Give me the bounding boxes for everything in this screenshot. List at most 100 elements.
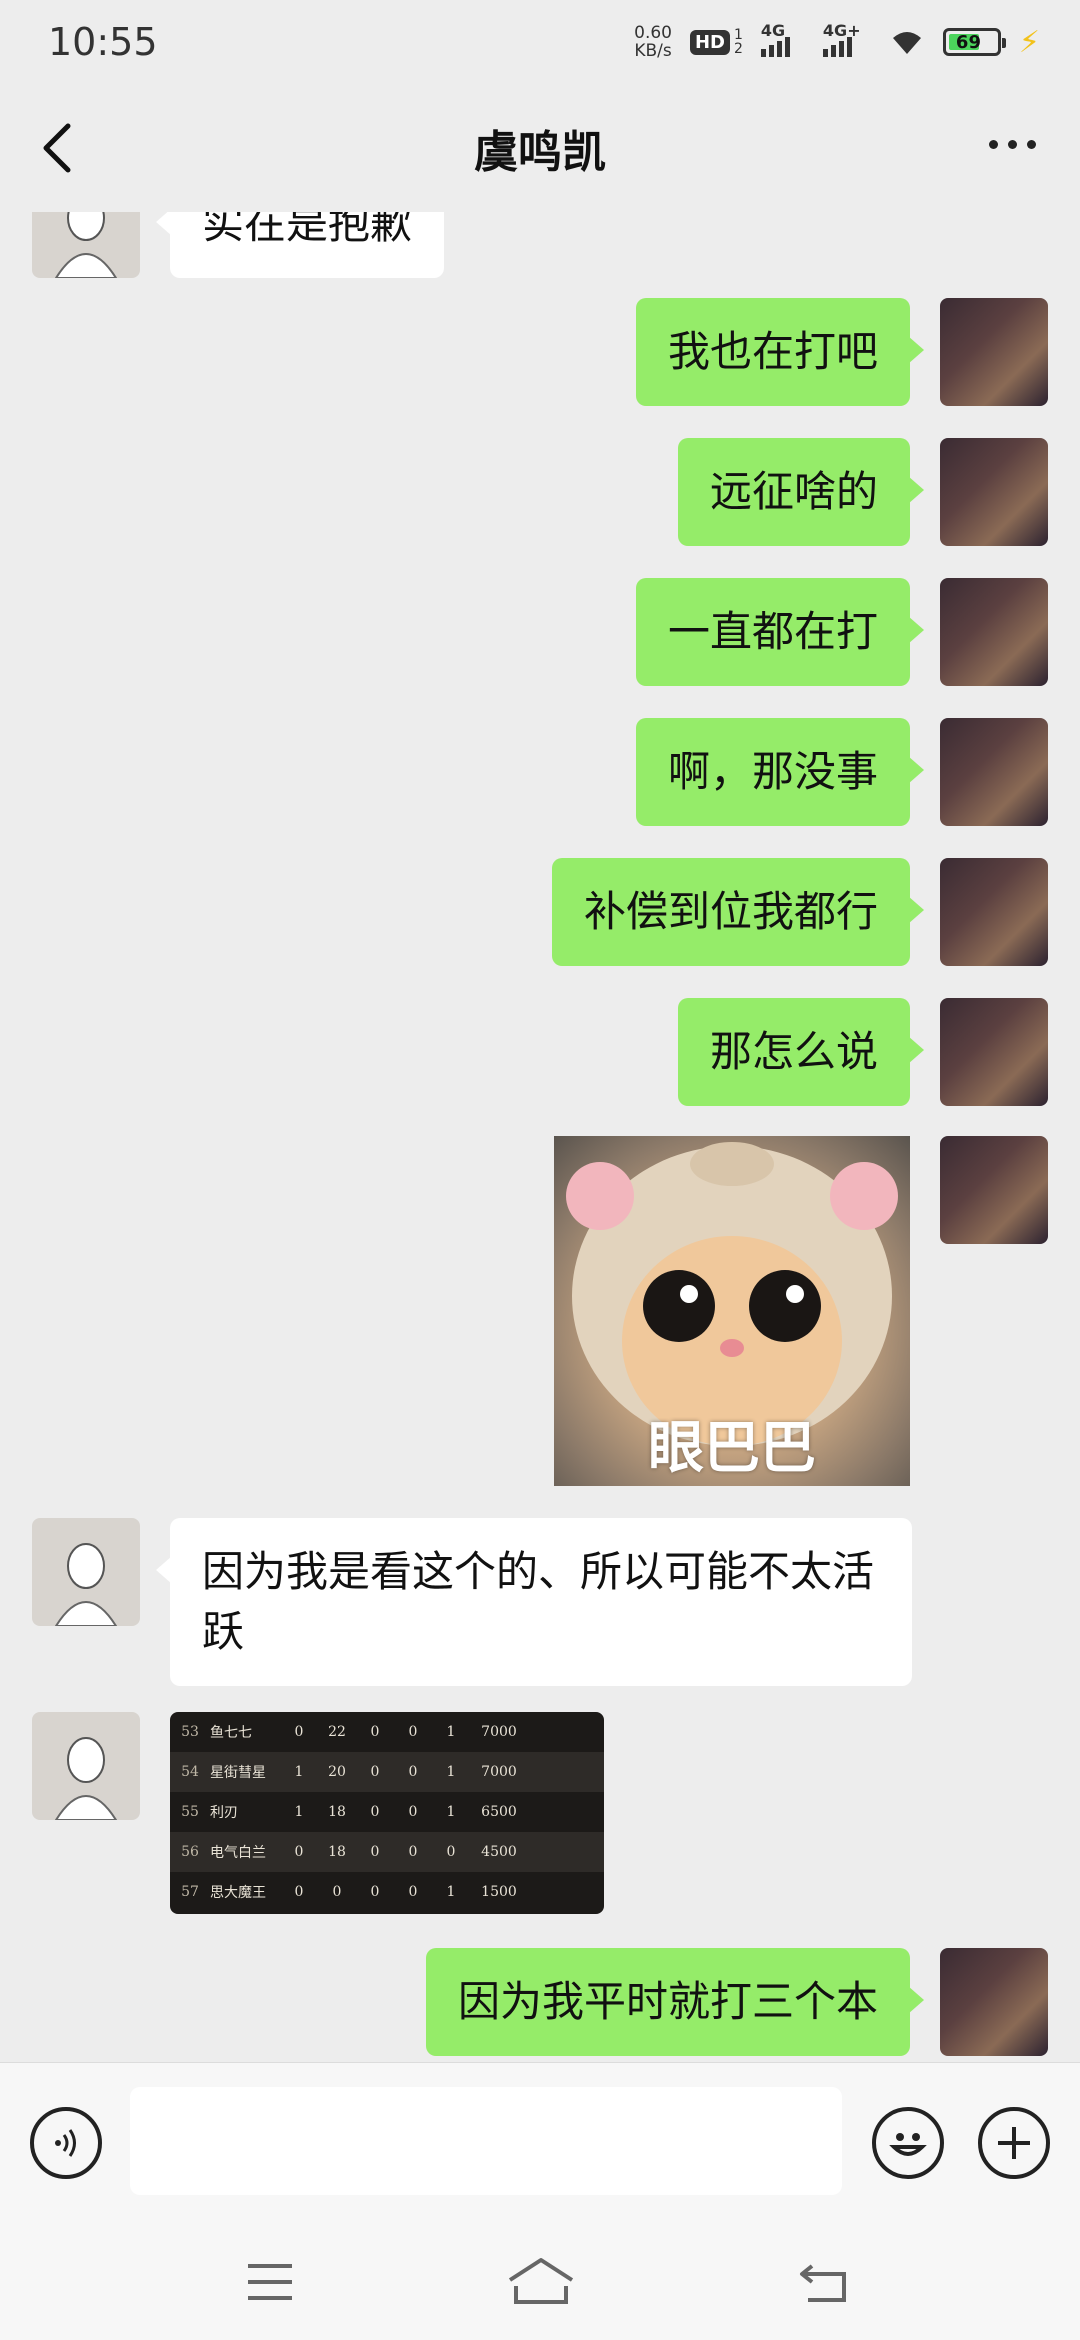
input-bar (0, 2062, 1080, 2222)
voice-icon[interactable] (30, 2107, 102, 2179)
contact-avatar[interactable] (32, 1518, 140, 1626)
chat-header: 虞鸣凯 (0, 84, 1080, 212)
leaderboard-value: 1 (294, 1804, 304, 1820)
outgoing-message-bubble[interactable]: 啊，那没事 (635, 718, 925, 826)
leaderboard-name: 利刃 (210, 1805, 238, 1821)
leaderboard-value: 0 (408, 1764, 418, 1780)
my-avatar[interactable] (940, 578, 1048, 686)
network-speed-value: 0.60 (634, 23, 672, 43)
leaderboard-row: 53 鱼七七 0 22 0 0 1 7000 (170, 1712, 604, 1752)
charging-icon: ⚡ (1018, 24, 1040, 60)
chat-title: 虞鸣凯 (474, 127, 606, 178)
signal-4g-plus-icon: 4G+ (822, 21, 871, 57)
leaderboard-score: 1500 (481, 1884, 517, 1900)
leaderboard-score: 7000 (481, 1764, 517, 1780)
my-avatar[interactable] (940, 718, 1048, 826)
network-speed: 0.60 KB/s (634, 24, 672, 60)
menu-icon[interactable] (240, 2252, 300, 2312)
hd-icon: HD (689, 29, 730, 55)
leaderboard-value: 0 (446, 1844, 456, 1860)
leaderboard-value: 1 (446, 1884, 456, 1900)
leaderboard-value: 1 (446, 1724, 456, 1740)
status-time: 10:55 (48, 20, 158, 64)
leaderboard-value: 1 (446, 1804, 456, 1820)
back-arrow-icon[interactable] (36, 122, 84, 174)
leaderboard-name: 星街彗星 (210, 1765, 266, 1781)
leaderboard-score: 4500 (481, 1844, 517, 1860)
leaderboard-value: 1 (294, 1764, 304, 1780)
hd-sub-1: 1 (734, 27, 743, 43)
leaderboard-value: 18 (328, 1804, 346, 1820)
leaderboard-value: 0 (370, 1724, 380, 1740)
sticker-image[interactable]: 眼巴巴 (554, 1136, 910, 1486)
leaderboard-rank: 55 (181, 1804, 199, 1820)
network-speed-unit: KB/s (634, 41, 672, 61)
leaderboard-row: 55 利刃 1 18 0 0 1 6500 (170, 1792, 604, 1832)
incoming-message-bubble[interactable]: 实在是抱歉 (155, 212, 445, 278)
message-list[interactable]: 实在是抱歉 我也在打吧 远征啥的 一直都在打 啊，那没事 补偿到位我都行 那怎么… (0, 212, 1080, 2062)
home-icon[interactable] (506, 2252, 576, 2312)
leaderboard-value: 0 (408, 1884, 418, 1900)
plus-icon[interactable] (978, 2107, 1050, 2179)
leaderboard-value: 0 (294, 1844, 304, 1860)
leaderboard-name: 鱼七七 (210, 1725, 252, 1741)
leaderboard-name: 思大魔王 (210, 1885, 266, 1901)
leaderboard-score: 6500 (481, 1804, 517, 1820)
my-avatar[interactable] (940, 1136, 1048, 1244)
signal-4g-label: 4G (760, 21, 786, 40)
leaderboard-row: 57 思大魔王 0 0 0 0 1 1500 (170, 1872, 604, 1912)
leaderboard-rank: 54 (181, 1764, 199, 1780)
outgoing-message-bubble[interactable]: 一直都在打 (635, 578, 925, 686)
outgoing-message-bubble[interactable]: 远征啥的 (677, 438, 925, 546)
leaderboard-value: 1 (446, 1764, 456, 1780)
battery-icon: 69 (942, 28, 1006, 56)
leaderboard-value: 0 (370, 1844, 380, 1860)
leaderboard-value: 0 (408, 1724, 418, 1740)
leaderboard-image[interactable]: 53 鱼七七 0 22 0 0 1 7000 54 星街彗星 1 20 0 0 1 7000 55 利刃 1 18 0 0… (170, 1712, 604, 1914)
system-nav-bar (0, 2222, 1080, 2340)
my-avatar[interactable] (940, 438, 1048, 546)
sticker-caption: 眼巴巴 (648, 1416, 816, 1481)
signal-4g-plus-label: 4G+ (822, 21, 861, 40)
leaderboard-row: 54 星街彗星 1 20 0 0 1 7000 (170, 1752, 604, 1792)
wifi-icon (892, 32, 921, 54)
leaderboard-value: 0 (408, 1804, 418, 1820)
more-options-icon[interactable] (989, 140, 1036, 149)
leaderboard-value: 0 (332, 1884, 342, 1900)
leaderboard-value: 22 (328, 1724, 346, 1740)
outgoing-message-bubble[interactable]: 我也在打吧 (635, 298, 925, 406)
battery-level: 69 (955, 31, 981, 53)
contact-avatar[interactable] (32, 1712, 140, 1820)
back-icon[interactable] (794, 2252, 854, 2312)
outgoing-message-bubble[interactable]: 补偿到位我都行 (551, 858, 925, 966)
leaderboard-value: 20 (328, 1764, 346, 1780)
hd-sub-icon: 1 2 (734, 28, 743, 56)
leaderboard-rank: 53 (181, 1724, 199, 1740)
leaderboard-value: 0 (294, 1884, 304, 1900)
outgoing-message-bubble[interactable]: 那怎么说 (677, 998, 925, 1106)
outgoing-message-bubble[interactable]: 因为我平时就打三个本 (425, 1948, 925, 2056)
leaderboard-rank: 57 (181, 1884, 199, 1900)
leaderboard-value: 0 (408, 1844, 418, 1860)
leaderboard-value: 0 (294, 1724, 304, 1740)
leaderboard-value: 0 (370, 1884, 380, 1900)
signal-4g-icon: 4G (760, 21, 805, 57)
leaderboard-row: 56 电气白兰 0 18 0 0 0 4500 (170, 1832, 604, 1872)
status-bar: 10:55 0.60 KB/s HD 1 2 4G 4G+ 69 ⚡ (0, 0, 1080, 84)
emoji-icon[interactable] (872, 2107, 944, 2179)
hd-sub-2: 2 (734, 41, 743, 57)
my-avatar[interactable] (940, 1948, 1048, 2056)
leaderboard-score: 7000 (481, 1724, 517, 1740)
leaderboard-name: 电气白兰 (210, 1845, 266, 1861)
my-avatar[interactable] (940, 858, 1048, 966)
my-avatar[interactable] (940, 298, 1048, 406)
leaderboard-value: 0 (370, 1764, 380, 1780)
incoming-message-bubble[interactable]: 因为我是看这个的、所以可能不太活跃 (156, 1518, 912, 1686)
leaderboard-value: 0 (370, 1804, 380, 1820)
leaderboard-value: 18 (328, 1844, 346, 1860)
contact-avatar[interactable] (32, 212, 140, 278)
leaderboard-rank: 56 (181, 1844, 199, 1860)
my-avatar[interactable] (940, 998, 1048, 1106)
message-input[interactable] (130, 2087, 842, 2195)
status-icons: 0.60 KB/s HD 1 2 4G 4G+ 69 ⚡ (634, 21, 1040, 60)
